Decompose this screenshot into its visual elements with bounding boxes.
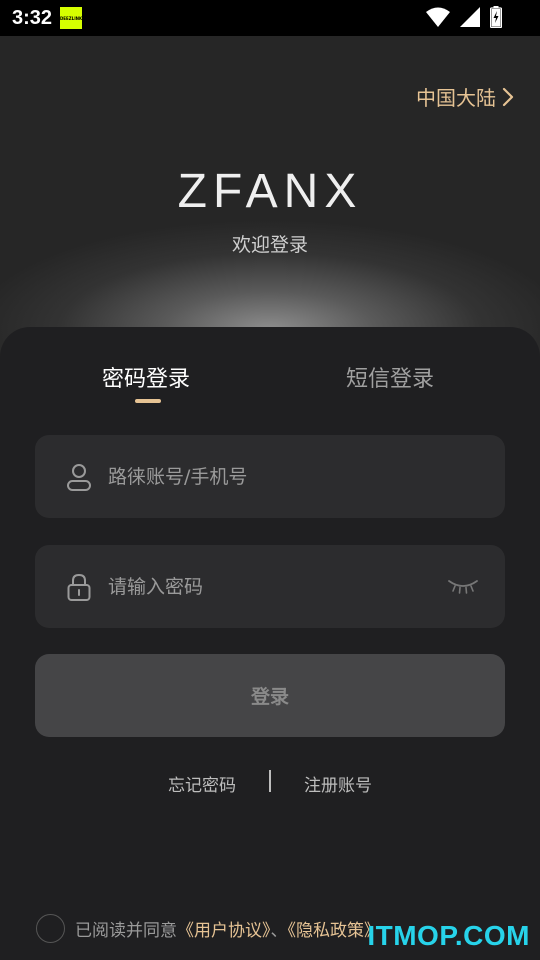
agreement-text: 已阅读并同意《用户协议》、《隐私政策》 — [75, 916, 381, 941]
password-placeholder: 请输入密码 — [108, 576, 204, 598]
welcome-text: 欢迎登录 — [231, 234, 308, 256]
region-label: 中国大陆 — [416, 86, 496, 110]
eye-closed-icon[interactable] — [447, 577, 479, 595]
active-tab-indicator — [135, 399, 161, 403]
region-selector[interactable]: 中国大陆 — [416, 82, 514, 111]
register-link[interactable]: 注册账号 — [304, 771, 372, 796]
password-input[interactable]: 请输入密码 — [35, 545, 505, 628]
signal-icon — [460, 7, 480, 27]
account-input[interactable]: 路徕账号/手机号 — [35, 435, 505, 518]
forgot-password-link[interactable]: 忘记密码 — [168, 771, 236, 796]
user-icon — [67, 464, 91, 491]
login-button[interactable]: 登录 — [35, 654, 505, 737]
notification-app-label: DEEZLINK — [59, 15, 83, 21]
site-watermark: ITMOP.COM — [367, 920, 530, 951]
login-card: 密码登录 短信登录 路徕账号/手机号 请输入密码 登录 忘记密码 注册账号 已阅… — [0, 327, 540, 960]
agreement-checkbox[interactable] — [36, 913, 65, 943]
notification-app-icon: DEEZLINK — [60, 7, 82, 29]
tab-sms-login[interactable]: 短信登录 — [346, 361, 434, 393]
auth-links: 忘记密码 注册账号 — [0, 770, 540, 796]
tab-password-login[interactable]: 密码登录 — [102, 361, 190, 393]
agreement-separator: 、 — [270, 920, 288, 941]
user-agreement-link[interactable]: 《用户协议》 — [177, 921, 271, 941]
status-bar: 3:32 DEEZLINK — [0, 0, 540, 36]
status-time: 3:32 — [12, 6, 53, 29]
status-icons — [426, 6, 502, 28]
wifi-icon — [426, 7, 450, 27]
agreement-prefix: 已阅读并同意 — [75, 920, 177, 941]
chevron-right-icon — [502, 87, 514, 106]
app-logo: ZFANX — [177, 165, 363, 218]
lock-icon — [67, 573, 91, 601]
link-divider — [269, 770, 271, 792]
account-placeholder: 路徕账号/手机号 — [108, 466, 248, 488]
battery-icon — [490, 6, 502, 28]
